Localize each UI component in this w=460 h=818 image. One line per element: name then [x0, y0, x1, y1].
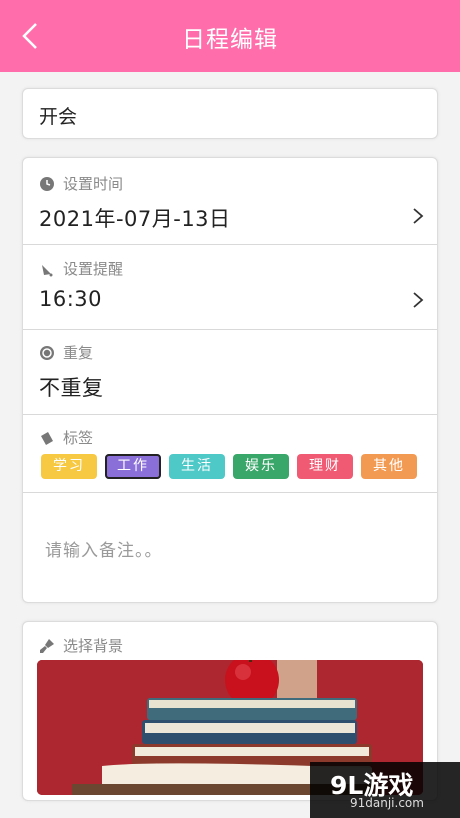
chevron-right-icon: [413, 292, 424, 308]
tag-work[interactable]: 工作: [105, 454, 161, 479]
reminder-row[interactable]: 设置提醒 16:30: [23, 245, 437, 330]
watermark-sub: 91danji.com: [350, 796, 424, 810]
background-label-group: 选择背景: [39, 635, 123, 656]
time-label: 设置时间: [63, 175, 124, 193]
settings-card: 设置时间 2021年-07月-13日 设置提醒 16:30 重复 不重复 标签 …: [22, 157, 438, 603]
tag-life[interactable]: 生活: [169, 454, 225, 479]
time-value: 2021年-07月-13日: [39, 207, 231, 231]
chevron-right-icon: [413, 208, 424, 224]
repeat-label: 重复: [63, 344, 94, 362]
clock-icon: [40, 176, 54, 191]
tag-icon: [41, 431, 53, 445]
background-label: 选择背景: [63, 637, 124, 655]
title-input[interactable]: 开会: [39, 102, 77, 129]
title-card: 开会: [22, 88, 438, 139]
app-header: 日程编辑: [0, 0, 460, 72]
repeat-row[interactable]: 重复 不重复: [23, 330, 437, 415]
reminder-label: 设置提醒: [63, 260, 124, 278]
tags-label-group: 标签: [39, 427, 93, 448]
time-label-group: 设置时间: [39, 173, 123, 194]
tag-entertainment[interactable]: 娱乐: [233, 454, 289, 479]
tag-study[interactable]: 学习: [41, 454, 97, 479]
tags-label: 标签: [63, 429, 94, 447]
tag-other[interactable]: 其他: [361, 454, 417, 479]
repeat-label-group: 重复: [39, 342, 93, 363]
brush-icon: [40, 638, 54, 653]
time-row[interactable]: 设置时间 2021年-07月-13日: [23, 158, 437, 245]
watermark-logo: 9L游戏 91danji.com: [310, 762, 460, 818]
notes-input[interactable]: 请输入备注。。: [45, 536, 163, 561]
reminder-label-group: 设置提醒: [39, 258, 123, 279]
bell-icon: [42, 264, 53, 276]
tag-list: 学习 工作 生活 娱乐 理财 其他: [41, 454, 417, 479]
page-title: 日程编辑: [182, 27, 278, 53]
reminder-value: 16:30: [39, 287, 103, 311]
repeat-icon: [40, 345, 54, 360]
tag-finance[interactable]: 理财: [297, 454, 353, 479]
repeat-value: 不重复: [39, 376, 104, 400]
